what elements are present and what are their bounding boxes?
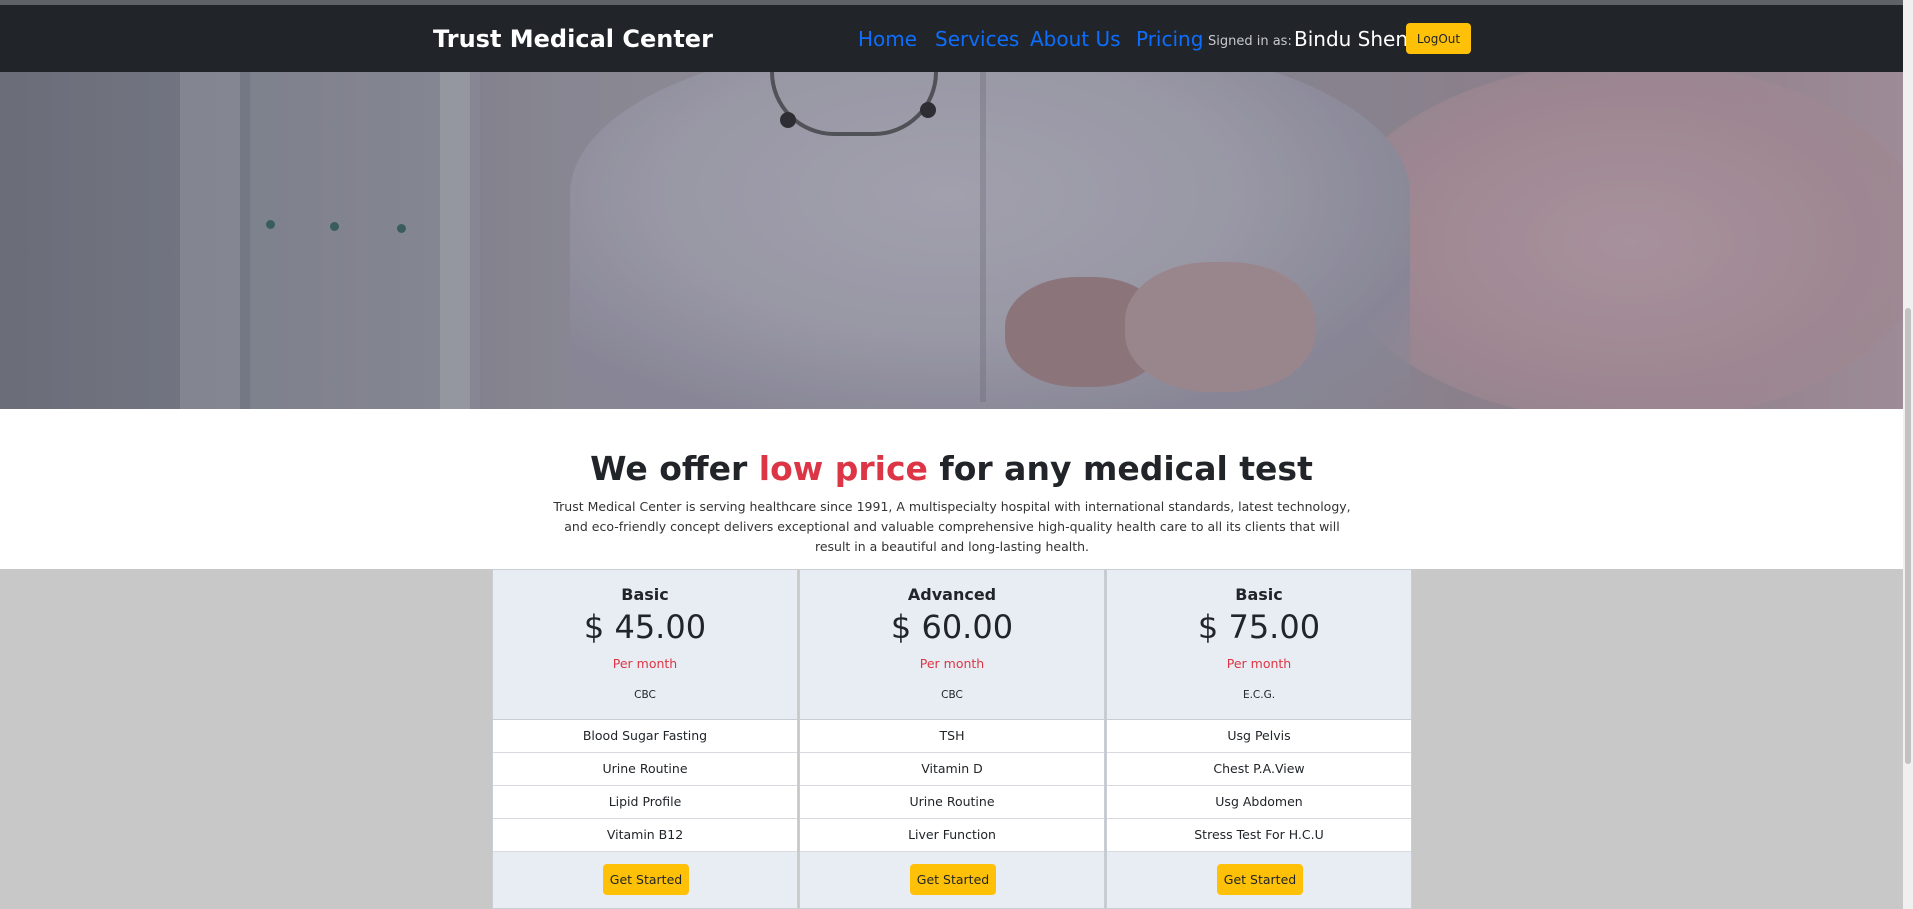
list-item: Urine Routine <box>493 753 797 786</box>
list-item: Stress Test For H.C.U <box>1107 819 1411 852</box>
plan-name: Basic <box>621 585 669 604</box>
list-item: Vitamin D <box>800 753 1104 786</box>
plan-test-list: TSH Vitamin D Urine Routine Liver Functi… <box>800 719 1104 852</box>
list-item: Chest P.A.View <box>1107 753 1411 786</box>
plan-test-list: Usg Pelvis Chest P.A.View Usg Abdomen St… <box>1107 719 1411 852</box>
plan-price: $ 45.00 <box>583 608 707 646</box>
headline-prefix: We offer <box>590 449 759 488</box>
plan-first-test: CBC <box>941 689 963 701</box>
pricing-intro-section: We offer low price for any medical test … <box>0 409 1903 569</box>
pricing-card-advanced-60: Advanced $ 60.00 Per month CBC TSH Vitam… <box>799 569 1105 909</box>
get-started-button[interactable]: Get Started <box>910 864 996 895</box>
nav-link-pricing[interactable]: Pricing <box>1136 27 1203 51</box>
plan-price: $ 75.00 <box>1197 608 1321 646</box>
nav-link-about-us[interactable]: About Us <box>1030 27 1121 51</box>
list-item: Vitamin B12 <box>493 819 797 852</box>
plan-period: Per month <box>612 656 678 671</box>
site-brand[interactable]: Trust Medical Center <box>433 25 713 53</box>
nav-link-home[interactable]: Home <box>858 27 917 51</box>
plan-period: Per month <box>1226 656 1292 671</box>
pricing-card-basic-45: Basic $ 45.00 Per month CBC Blood Sugar … <box>492 569 798 909</box>
pricing-headline: We offer low price for any medical test <box>0 449 1903 488</box>
plan-period: Per month <box>919 656 985 671</box>
plan-test-list: Blood Sugar Fasting Urine Routine Lipid … <box>493 719 797 852</box>
get-started-button[interactable]: Get Started <box>1217 864 1303 895</box>
list-item: Blood Sugar Fasting <box>493 720 797 753</box>
signed-in-label: Signed in as: <box>1208 34 1292 49</box>
hero-banner-image <box>0 72 1903 409</box>
logout-button[interactable]: LogOut <box>1406 23 1471 54</box>
list-item: Lipid Profile <box>493 786 797 819</box>
plan-name: Basic <box>1235 585 1283 604</box>
plan-name: Advanced <box>907 585 997 604</box>
pricing-description: Trust Medical Center is serving healthca… <box>553 499 1351 554</box>
top-navbar: Trust Medical Center Home Services About… <box>0 5 1903 72</box>
list-item: Usg Abdomen <box>1107 786 1411 819</box>
get-started-button[interactable]: Get Started <box>603 864 689 895</box>
pricing-card-basic-75: Basic $ 75.00 Per month E.C.G. Usg Pelvi… <box>1106 569 1412 909</box>
user-name: Bindu Shen <box>1294 27 1409 51</box>
nav-link-services[interactable]: Services <box>935 27 1019 51</box>
list-item: TSH <box>800 720 1104 753</box>
headline-accent: low price <box>758 449 928 488</box>
list-item: Usg Pelvis <box>1107 720 1411 753</box>
plan-price: $ 60.00 <box>890 608 1014 646</box>
list-item: Liver Function <box>800 819 1104 852</box>
list-item: Urine Routine <box>800 786 1104 819</box>
headline-suffix: for any medical test <box>927 449 1313 488</box>
plan-first-test: CBC <box>634 689 656 701</box>
plan-first-test: E.C.G. <box>1242 689 1276 701</box>
scrollbar-thumb[interactable] <box>1905 308 1911 764</box>
